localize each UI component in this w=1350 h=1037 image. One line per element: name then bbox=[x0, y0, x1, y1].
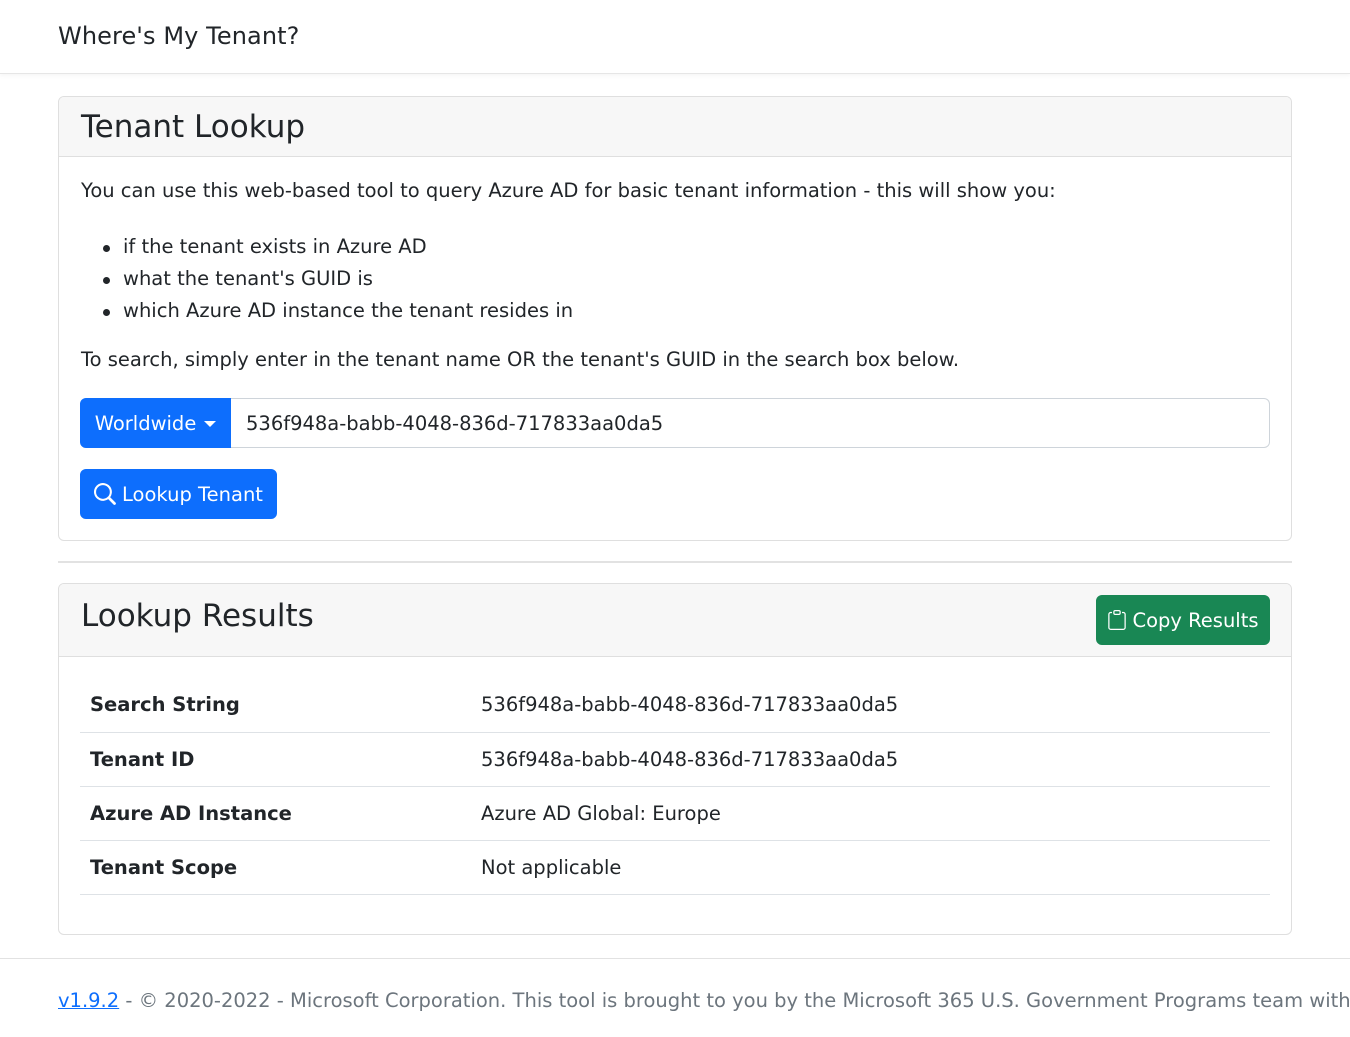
lookup-results-title: Lookup Results bbox=[81, 598, 314, 634]
lookup-tenant-label: Lookup Tenant bbox=[122, 482, 263, 506]
result-label: Azure AD Instance bbox=[80, 786, 471, 841]
result-label: Tenant Scope bbox=[80, 840, 471, 895]
cloud-dropdown-label: Worldwide bbox=[94, 411, 197, 435]
table-row: Azure AD Instance Azure AD Global: Europ… bbox=[80, 786, 1270, 841]
brand-title[interactable]: Where's My Tenant? bbox=[58, 22, 300, 50]
version-link[interactable]: v1.9.2 bbox=[58, 989, 119, 1012]
search-input-group: Worldwide bbox=[80, 398, 1270, 448]
tenant-lookup-header: Tenant Lookup bbox=[59, 97, 1291, 157]
section-divider bbox=[58, 561, 1292, 563]
intro-text: You can use this web-based tool to query… bbox=[81, 179, 1056, 202]
feature-list-item: which Azure AD instance the tenant resid… bbox=[81, 295, 573, 327]
clipboard-icon bbox=[1108, 610, 1127, 630]
table-row: Tenant Scope Not applicable bbox=[80, 840, 1270, 895]
footer-copyright: - © 2020-2022 - Microsoft Corporation. T… bbox=[119, 989, 1350, 1012]
lookup-results-header: Lookup Results Copy Results bbox=[59, 584, 1291, 657]
tenant-lookup-card: Tenant Lookup You can use this web-based… bbox=[58, 96, 1292, 541]
lookup-tenant-button[interactable]: Lookup Tenant bbox=[80, 469, 277, 519]
tenant-search-input[interactable] bbox=[231, 398, 1270, 448]
navbar: Where's My Tenant? bbox=[0, 0, 1350, 74]
result-label: Search String bbox=[80, 678, 471, 733]
results-table: Search String 536f948a-babb-4048-836d-71… bbox=[80, 678, 1270, 895]
tenant-lookup-title: Tenant Lookup bbox=[81, 109, 306, 145]
table-row: Search String 536f948a-babb-4048-836d-71… bbox=[80, 678, 1270, 733]
caret-down-icon bbox=[204, 421, 217, 427]
result-value: Azure AD Global: Europe bbox=[471, 786, 1270, 841]
copy-results-button[interactable]: Copy Results bbox=[1096, 595, 1270, 645]
table-row: Tenant ID 536f948a-babb-4048-836d-717833… bbox=[80, 732, 1270, 787]
result-label: Tenant ID bbox=[80, 732, 471, 787]
search-instructions: To search, simply enter in the tenant na… bbox=[81, 348, 960, 371]
result-value: 536f948a-babb-4048-836d-717833aa0da5 bbox=[471, 732, 1270, 787]
search-icon bbox=[94, 483, 116, 505]
feature-list-item: if the tenant exists in Azure AD bbox=[81, 231, 573, 263]
cloud-dropdown-button[interactable]: Worldwide bbox=[80, 398, 231, 448]
feature-list-item: what the tenant's GUID is bbox=[81, 263, 573, 295]
result-value: 536f948a-babb-4048-836d-717833aa0da5 bbox=[471, 678, 1270, 733]
feature-list: if the tenant exists in Azure AD what th… bbox=[81, 231, 573, 327]
footer: v1.9.2 - © 2020-2022 - Microsoft Corpora… bbox=[0, 958, 1350, 1037]
lookup-results-card: Lookup Results Copy Results Search Strin… bbox=[58, 583, 1292, 935]
copy-results-label: Copy Results bbox=[1132, 608, 1259, 632]
footer-text: v1.9.2 - © 2020-2022 - Microsoft Corpora… bbox=[58, 989, 1350, 1012]
result-value: Not applicable bbox=[471, 840, 1270, 895]
